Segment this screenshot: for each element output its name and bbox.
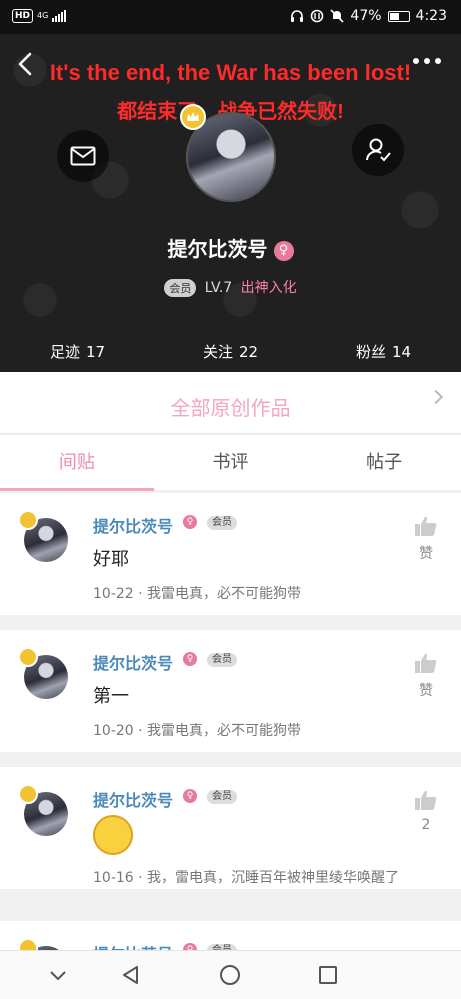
- nav-home-icon[interactable]: [218, 963, 242, 987]
- author-name[interactable]: 提尔比茨号: [93, 650, 173, 674]
- female-icon: ♀: [273, 241, 294, 261]
- original-works-link[interactable]: 全部原创作品: [0, 372, 461, 434]
- vip-badge: 会员: [207, 653, 237, 667]
- crown-icon: [18, 647, 38, 667]
- female-icon: ♀: [183, 652, 197, 666]
- stat-footprints[interactable]: 足迹 17: [50, 341, 105, 362]
- author-name[interactable]: 提尔比茨号: [93, 513, 173, 537]
- level-row: 会员 LV.7 出神入化: [0, 277, 461, 297]
- thumbs-up-icon: [415, 653, 437, 673]
- post-meta: 10-22 · 我雷电真，必不可能狗带: [93, 586, 302, 602]
- like-button[interactable]: 赞: [413, 515, 439, 563]
- signal-icon: [52, 10, 67, 22]
- stat-value: 17: [86, 343, 106, 361]
- follow-user-icon: [366, 138, 391, 162]
- profile-header: HD 4G 47% 4:23 It's the end, the War has…: [0, 0, 461, 372]
- tab-reviews[interactable]: 书评: [154, 435, 308, 490]
- network-type: 4G: [37, 11, 49, 20]
- headphones-icon: [291, 10, 304, 22]
- caption-english: It's the end, the War has been lost!: [49, 60, 412, 85]
- post-date: 10-20: [93, 723, 134, 739]
- vip-badge: 会员: [164, 279, 197, 297]
- author-name[interactable]: 提尔比茨号: [93, 787, 173, 811]
- like-count: 赞: [419, 683, 433, 699]
- crown-icon: [180, 104, 206, 130]
- status-bar: HD 4G 47% 4:23: [0, 0, 461, 34]
- works-title: 全部原创作品: [170, 396, 291, 420]
- post-meta: 10-20 · 我雷电真，必不可能狗带: [93, 723, 302, 739]
- stat-label: 关注: [203, 343, 234, 361]
- nav-collapse-icon[interactable]: [46, 963, 70, 987]
- profile-avatar[interactable]: [180, 104, 276, 202]
- crown-icon: [18, 784, 38, 804]
- tab-posts[interactable]: 帖子: [307, 435, 461, 490]
- post-source[interactable]: 我雷电真，必不可能狗带: [147, 723, 301, 739]
- crown-icon: [18, 510, 38, 530]
- clock: 4:23: [415, 8, 447, 24]
- post-date: 10-16: [93, 870, 134, 886]
- stat-value: 22: [239, 343, 259, 361]
- list-item[interactable]: 提尔比茨号 ♀ 会员 第一 10-20 · 我雷电真，必不可能狗带 赞: [0, 630, 461, 752]
- stat-following[interactable]: 关注 22: [203, 341, 258, 362]
- stat-followers[interactable]: 粉丝 14: [356, 341, 411, 362]
- data-saver-icon: [311, 9, 324, 23]
- rank-title: 出神入化: [240, 280, 297, 296]
- nav-recents-icon[interactable]: [316, 963, 340, 987]
- system-nav-bar: [0, 950, 461, 999]
- post-content: 好耶: [93, 549, 129, 570]
- battery-percent: 47%: [350, 8, 382, 24]
- post-content: 第一: [93, 686, 129, 707]
- stat-value: 14: [392, 343, 412, 361]
- tab-comments[interactable]: 间贴: [0, 435, 154, 491]
- like-button[interactable]: 赞: [413, 652, 439, 700]
- like-count: 2: [421, 817, 431, 833]
- list-item[interactable]: 提尔比茨号 ♀ 会员 10-16 · 我，雷电真，沉睡百年被神里绫华唤醒了 2: [0, 767, 461, 889]
- battery-icon: [387, 10, 410, 22]
- vip-badge: 会员: [207, 516, 237, 530]
- post-source[interactable]: 我雷电真，必不可能狗带: [147, 586, 301, 602]
- mail-icon: [70, 146, 96, 166]
- like-button[interactable]: 2: [413, 789, 439, 833]
- list-item[interactable]: 提尔比茨号 ♀ 会员 好耶 10-22 · 我雷电真，必不可能狗带 赞: [0, 493, 461, 615]
- nav-back-icon[interactable]: [119, 963, 143, 987]
- follow-button[interactable]: [352, 124, 404, 176]
- nickname-text: 提尔比茨号: [167, 237, 268, 261]
- post-source[interactable]: 我，雷电真，沉睡百年被神里绫华唤醒了: [147, 870, 399, 886]
- post-meta: 10-16 · 我，雷电真，沉睡百年被神里绫华唤醒了: [93, 870, 400, 886]
- like-count: 赞: [419, 546, 433, 562]
- message-button[interactable]: [57, 130, 109, 182]
- smug-emoji-sticker: [93, 815, 133, 855]
- stat-label: 粉丝: [356, 343, 387, 361]
- female-icon: ♀: [183, 789, 197, 803]
- thumbs-up-icon: [415, 790, 437, 810]
- mute-icon: [330, 9, 344, 23]
- thumbs-up-icon: [415, 516, 437, 536]
- female-icon: ♀: [183, 515, 197, 529]
- level: LV.7: [204, 280, 233, 296]
- post-date: 10-22: [93, 586, 134, 602]
- stat-label: 足迹: [50, 343, 81, 361]
- nickname: 提尔比茨号 ♀: [0, 233, 461, 262]
- hd-indicator: HD: [12, 9, 34, 23]
- content-tabs: 间贴 书评 帖子: [0, 435, 461, 491]
- vip-badge: 会员: [207, 790, 237, 804]
